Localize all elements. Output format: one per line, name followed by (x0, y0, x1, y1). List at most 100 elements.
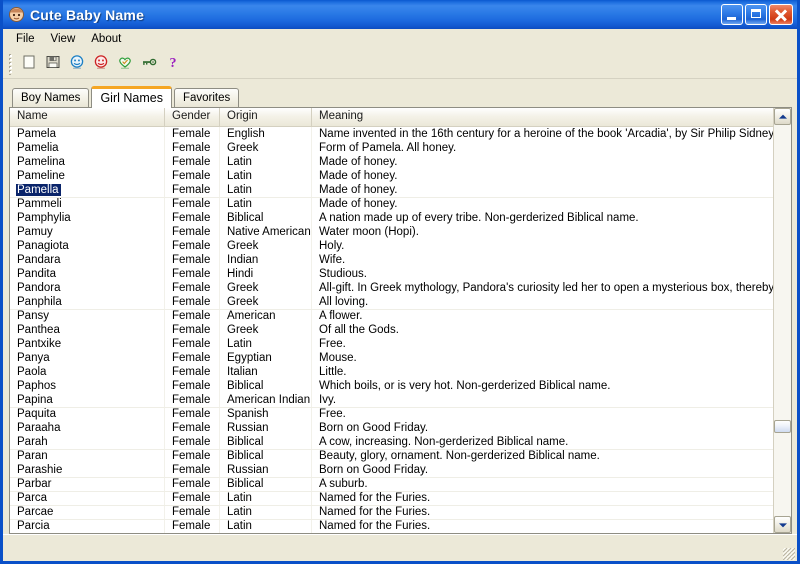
table-row[interactable]: Panya Female Egyptian Mouse. (10, 351, 773, 365)
cell-gender: Female (165, 211, 220, 225)
cell-name: Pandora (10, 281, 165, 295)
maximize-button[interactable] (745, 4, 767, 25)
toolbar-grip[interactable] (7, 53, 14, 75)
menu-item-about[interactable]: About (83, 31, 129, 48)
table-row[interactable]: Parcae Female Latin Named for the Furies. (10, 505, 773, 519)
tab-favorites[interactable]: Favorites (173, 88, 240, 107)
cell-name: Panagiota (10, 239, 165, 253)
column-header-meaning[interactable]: Meaning (312, 108, 773, 126)
table-row[interactable]: Parca Female Latin Named for the Furies. (10, 491, 773, 505)
tab-boy-names[interactable]: Boy Names (12, 88, 90, 107)
cell-meaning: Made of honey. (319, 156, 398, 168)
table-row[interactable]: Pameline Female Latin Made of honey. (10, 169, 773, 183)
table-row[interactable]: Pamphylia Female Biblical A nation made up … (10, 211, 773, 225)
new-document-button[interactable] (17, 53, 40, 75)
cell-meaning: All loving. (319, 296, 369, 308)
cell-gender: Female (165, 478, 220, 491)
column-header-gender[interactable]: Gender (165, 108, 220, 126)
tab-girl-names[interactable]: Girl Names (91, 86, 172, 108)
cell-gender: Female (165, 310, 220, 323)
menu-item-file[interactable]: File (8, 31, 43, 48)
register-key-button[interactable] (137, 53, 160, 75)
scrollbar-track[interactable] (774, 125, 791, 516)
cell-meaning: Which boils, or is very hot. Non-gerderi… (319, 380, 611, 392)
table-row[interactable]: Pansy Female American A flower. (10, 309, 773, 323)
table-row[interactable]: Paphos Female Biblical Which boils, or is v… (10, 379, 773, 393)
table-row[interactable]: Panagiota Female Greek Holy. (10, 239, 773, 253)
minimize-button[interactable] (721, 4, 743, 25)
help-question-icon: ? (165, 54, 181, 75)
scroll-down-button[interactable] (774, 516, 791, 533)
cell-origin: Native American (220, 225, 312, 239)
table-row[interactable]: Pandita Female Hindi Studious. (10, 267, 773, 281)
table-row[interactable]: Paraaha Female Russian Born on Good Friday. (10, 421, 773, 435)
column-header-name[interactable]: Name (10, 108, 165, 126)
boy-names-button[interactable] (65, 53, 88, 75)
table-row[interactable]: Parcia Female Latin Named for the Furies. (10, 519, 773, 533)
cell-origin: Egyptian (220, 351, 312, 365)
table-row[interactable]: Pamelina Female Latin Made of honey. (10, 155, 773, 169)
favorites-button[interactable] (113, 53, 136, 75)
cell-origin: Latin (220, 506, 312, 519)
table-row[interactable]: Pandara Female Indian Wife. (10, 253, 773, 267)
cell-name: Pamella (10, 183, 165, 197)
table-row[interactable]: Pandora Female Greek All-gift. In Greek myt… (10, 281, 773, 295)
table-row[interactable]: Parbar Female Biblical A suburb. (10, 477, 773, 491)
menu-item-view[interactable]: View (43, 31, 84, 48)
cell-meaning: Water moon (Hopi). (319, 226, 419, 238)
table-row[interactable]: Pamuy Female Native American Water moon (Ho… (10, 225, 773, 239)
column-header-origin[interactable]: Origin (220, 108, 312, 126)
cell-name: Pantxike (10, 337, 165, 351)
cell-gender: Female (165, 492, 220, 505)
list-body[interactable]: Pamela Female English Name invented in the … (10, 127, 773, 533)
cell-name: Pansy (10, 310, 165, 323)
window-title: Cute Baby Name (30, 6, 145, 23)
cell-gender: Female (165, 435, 220, 449)
resize-grip[interactable] (783, 548, 795, 560)
cell-gender: Female (165, 225, 220, 239)
vertical-scrollbar[interactable] (773, 108, 791, 533)
cell-origin: Greek (220, 141, 312, 155)
table-row[interactable]: Panthea Female Greek Of all the Gods. (10, 323, 773, 337)
new-document-icon (21, 54, 37, 75)
table-row[interactable]: Parashie Female Russian Born on Good Friday… (10, 463, 773, 477)
help-button[interactable]: ? (161, 53, 184, 75)
scrollbar-thumb[interactable] (774, 420, 791, 433)
cell-meaning: A nation made up of every tribe. Non-ger… (319, 212, 639, 224)
table-row[interactable]: Pamella Female Latin Made of honey. (10, 183, 773, 197)
table-row[interactable]: Pantxike Female Latin Free. (10, 337, 773, 351)
save-icon (45, 54, 61, 75)
cell-meaning: Beauty, glory, ornament. Non-gerderized … (319, 450, 600, 462)
girl-names-button[interactable] (89, 53, 112, 75)
close-button[interactable] (769, 4, 793, 25)
cell-origin: Biblical (220, 435, 312, 449)
cell-meaning: Made of honey. (319, 184, 398, 196)
boy-smiley-icon (69, 54, 85, 75)
cell-name: Panya (10, 351, 165, 365)
scroll-up-button[interactable] (774, 108, 791, 125)
table-row[interactable]: Papina Female American Indian Ivy. (10, 393, 773, 407)
cell-meaning: Name invented in the 16th century for a … (319, 128, 773, 140)
table-row[interactable]: Pamela Female English Name invented in the … (10, 127, 773, 141)
table-row[interactable]: Paquita Female Spanish Free. (10, 407, 773, 421)
save-button[interactable] (41, 53, 64, 75)
table-row[interactable]: Panphila Female Greek All loving. (10, 295, 773, 309)
list-header-row: Name Gender Origin Meaning (10, 108, 773, 127)
table-row[interactable]: Paran Female Biblical Beauty, glory, orname… (10, 449, 773, 463)
cell-origin: Italian (220, 365, 312, 379)
cell-meaning: Named for the Furies. (319, 506, 431, 518)
cell-origin: Latin (220, 155, 312, 169)
cell-origin: English (220, 127, 312, 141)
cell-gender: Female (165, 127, 220, 141)
table-row[interactable]: Pammeli Female Latin Made of honey. (10, 197, 773, 211)
table-row[interactable]: Parah Female Biblical A cow, increasing. No… (10, 435, 773, 449)
cell-name: Pamphylia (10, 211, 165, 225)
table-row[interactable]: Paola Female Italian Little. (10, 365, 773, 379)
cell-name: Parcae (10, 506, 165, 519)
key-icon (141, 54, 157, 75)
toolbar: ? (3, 50, 797, 79)
cell-meaning: Ivy. (319, 394, 337, 406)
table-row[interactable]: Pamelia Female Greek Form of Pamela. All ho… (10, 141, 773, 155)
cell-name: Paphos (10, 379, 165, 393)
cell-gender: Female (165, 253, 220, 267)
